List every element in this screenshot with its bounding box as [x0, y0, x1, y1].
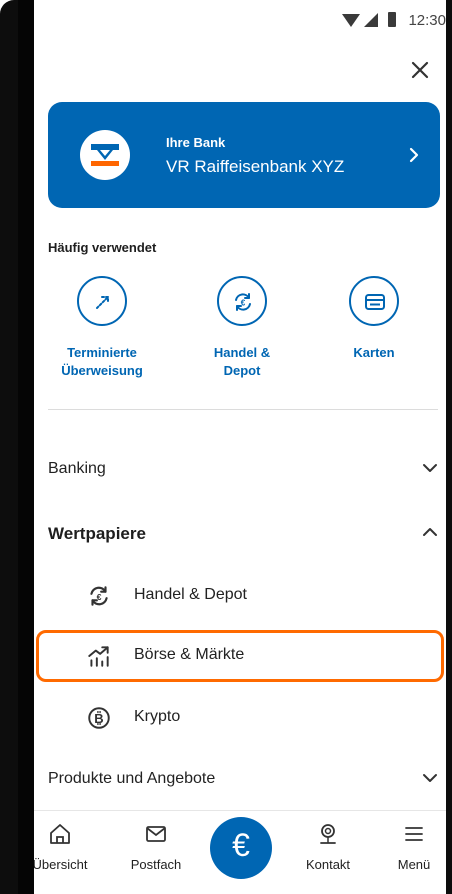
quick-action-label: Terminierte Überweisung [61, 345, 143, 378]
quick-icon-circle [349, 276, 399, 326]
submenu-item-label: Börse & Märkte [134, 646, 245, 663]
menu-item-banking[interactable]: Banking [48, 444, 438, 496]
nav-label: Postfach [130, 857, 182, 872]
vr-logo-icon [91, 144, 119, 166]
phone-frame-right [446, 0, 452, 894]
wifi-icon [342, 14, 360, 27]
nav-mailbox[interactable]: Postfach [116, 821, 196, 872]
svg-text:€: € [241, 299, 246, 308]
contact-headset-icon [320, 824, 336, 844]
nav-label: Menü [397, 857, 431, 872]
nav-label: Übersicht [34, 857, 88, 872]
quick-action-cards[interactable]: Karten [306, 276, 442, 362]
bank-name: VR Raiffeisenbank XYZ [166, 157, 345, 176]
quick-icon-circle [77, 276, 127, 326]
app-screen: 12:30 Ihre Bank VR Raiffeisenbank XYZ Hä… [34, 0, 446, 894]
close-icon [411, 61, 429, 79]
chevron-up-icon [423, 528, 437, 536]
euro-icon: € [232, 827, 250, 863]
battery-icon [388, 12, 396, 27]
quick-action-scheduled-transfer[interactable]: Terminierte Überweisung [34, 276, 170, 380]
bank-card[interactable]: Ihre Bank VR Raiffeisenbank XYZ [48, 102, 440, 208]
trading-exchange-icon: € [90, 586, 108, 606]
nav-menu[interactable]: Menü [374, 821, 446, 872]
bank-label: Ihre Bank [166, 135, 226, 150]
signal-icon [364, 13, 378, 27]
bottom-navigation: Übersicht Postfach € Kontakt Menü [34, 810, 446, 894]
nav-contact[interactable]: Kontakt [288, 821, 368, 872]
svg-text:B: B [94, 711, 103, 726]
submenu-item-label: Handel & Depot [134, 586, 247, 603]
bitcoin-icon: B [88, 707, 110, 729]
quick-action-trading-depot[interactable]: € Handel & Depot [174, 276, 310, 380]
nav-label: Kontakt [305, 857, 351, 872]
menu-item-products[interactable]: Produkte und Angebote [48, 754, 438, 806]
market-chart-icon [88, 646, 109, 667]
phone-frame-left [0, 0, 34, 894]
chevron-right-icon [409, 147, 419, 163]
quick-icon-circle: € [217, 276, 267, 326]
menu-item-securities[interactable]: Wertpapiere [48, 508, 438, 560]
menu-item-label: Produkte und Angebote [48, 770, 216, 787]
trading-exchange-icon: € [235, 293, 251, 311]
status-bar: 12:30 [246, 0, 446, 48]
submenu-item-markets[interactable]: Börse & Märkte [36, 630, 444, 682]
submenu-item-crypto[interactable]: B Krypto [36, 692, 444, 744]
card-icon [365, 294, 385, 310]
home-icon [50, 824, 70, 844]
submenu-item-trading-depot[interactable]: € Handel & Depot [36, 570, 444, 622]
frequently-used-heading: Häufig verwendet [48, 240, 157, 255]
menu-item-label: Banking [48, 460, 106, 477]
menu-item-label: Wertpapiere [48, 524, 146, 543]
status-time: 12:30 [408, 12, 446, 29]
scheduled-transfer-icon [96, 296, 109, 309]
svg-text:€: € [97, 592, 102, 602]
bank-logo [80, 130, 130, 180]
mail-icon [146, 826, 166, 842]
chevron-down-icon [423, 464, 437, 472]
nav-overview[interactable]: Übersicht [34, 821, 100, 872]
quick-action-label: Handel & Depot [213, 345, 271, 378]
divider [48, 409, 438, 410]
nav-center-euro-button[interactable]: € [210, 817, 272, 879]
menu-hamburger-icon [405, 827, 423, 841]
submenu-item-label: Krypto [134, 708, 181, 725]
chevron-down-icon [423, 774, 437, 782]
close-button[interactable] [406, 56, 434, 84]
quick-action-label: Karten [353, 345, 395, 360]
